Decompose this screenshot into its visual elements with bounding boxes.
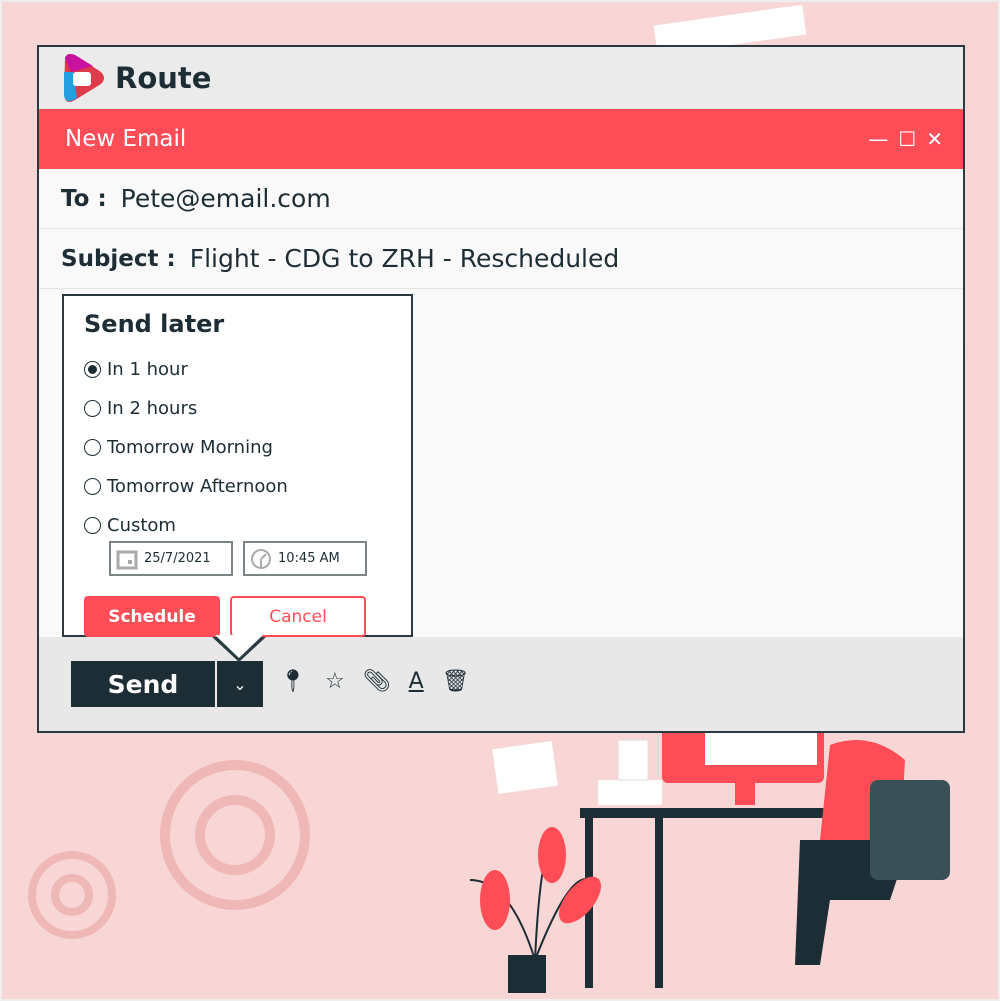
radio[interactable] [84,439,101,456]
star-icon[interactable]: ☆ [325,669,345,694]
subject-label: Subject : [61,245,176,272]
subject-field[interactable]: Subject : Flight - CDG to ZRH - Reschedul… [39,229,963,289]
minimize-icon[interactable]: — [868,127,888,151]
option-label: In 1 hour [107,359,188,380]
chair [870,780,950,880]
compose-title: New Email [65,126,187,152]
plant [480,870,510,930]
option-custom[interactable]: Custom [84,506,391,545]
send-later-popup: Send later In 1 hour In 2 hours Tomorrow… [62,294,413,637]
text-format-icon[interactable]: A [409,669,424,694]
popup-pointer-fill [215,635,263,658]
option-in-1-hour[interactable]: In 1 hour [84,350,391,389]
close-icon[interactable]: ✕ [926,127,943,151]
paperclip-icon[interactable]: 📎︎ [363,669,391,694]
option-label: Custom [107,515,176,536]
option-label: Tomorrow Afternoon [107,476,288,497]
option-tomorrow-afternoon[interactable]: Tomorrow Afternoon [84,467,391,506]
location-icon[interactable]: 📍︎ [279,669,307,694]
schedule-button[interactable]: Schedule [84,596,220,637]
popup-title: Send later [84,310,225,338]
cancel-button[interactable]: Cancel [230,596,366,637]
envelope-icon [492,741,558,794]
calendar-icon [116,550,138,569]
gear-icon [160,760,310,910]
option-label: In 2 hours [107,398,198,419]
option-tomorrow-morning[interactable]: Tomorrow Morning [84,428,391,467]
option-label: Tomorrow Morning [107,437,273,458]
compose-toolbar: Send ⌄ 📍︎ ☆ 📎︎ A 🗑︎ [39,637,963,731]
to-label: To : [61,185,107,212]
compose-title-bar: New Email — ☐ ✕ [39,109,963,169]
app-name: Route [115,61,212,95]
time-value: 10:45 AM [278,551,340,566]
radio-selected[interactable] [84,361,101,378]
clock-icon [251,548,271,569]
option-in-2-hours[interactable]: In 2 hours [84,389,391,428]
to-value[interactable]: Pete@email.com [121,184,331,213]
send-options-button[interactable]: ⌄ [217,661,263,707]
route-logo-icon [64,54,104,102]
trash-icon[interactable]: 🗑︎ [442,669,470,694]
date-input[interactable]: 25/7/2021 [109,541,233,576]
maximize-icon[interactable]: ☐ [898,127,916,151]
radio[interactable] [84,478,101,495]
radio[interactable] [84,517,101,534]
to-field[interactable]: To : Pete@email.com [39,169,963,229]
app-header: Route [39,47,963,109]
radio[interactable] [84,400,101,417]
send-button[interactable]: Send [71,661,215,707]
date-value: 25/7/2021 [144,551,211,566]
chevron-down-icon: ⌄ [233,674,247,694]
time-input[interactable]: 10:45 AM [243,541,367,576]
subject-value[interactable]: Flight - CDG to ZRH - Rescheduled [190,244,620,273]
gear-icon [28,851,116,939]
